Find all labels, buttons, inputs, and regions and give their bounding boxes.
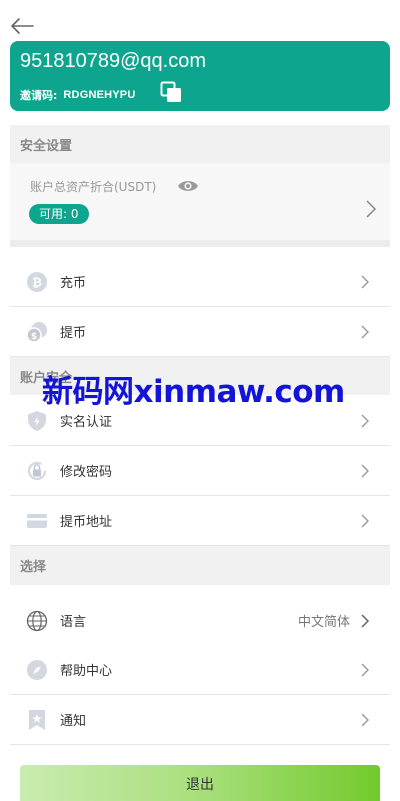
list-item-label: 通知 — [60, 714, 87, 729]
language-value: 中文简体 — [297, 615, 350, 630]
back-arrow-icon[interactable] — [9, 14, 35, 38]
watermark-text: 新码网xinmaw.com — [42, 374, 345, 410]
list-item-label: 语言 — [60, 615, 87, 630]
chevron-right-icon — [361, 514, 369, 528]
security-section-header: 安全设置 — [10, 125, 390, 163]
chevron-right-icon — [361, 713, 369, 727]
list-item-help-center[interactable]: 帮助中心 — [10, 645, 390, 695]
select-section-title: 选择 — [20, 560, 47, 575]
list-item-deposit[interactable]: ₿ 充币 — [10, 257, 390, 307]
chevron-right-icon — [361, 663, 369, 677]
globe-icon — [26, 610, 48, 632]
invite-code: RDGNEHYPU — [63, 89, 136, 101]
chevron-right-icon — [361, 464, 369, 478]
top-bar — [0, 0, 400, 40]
list-item-label: 充币 — [60, 276, 87, 291]
eye-icon[interactable] — [177, 179, 199, 193]
card-icon — [27, 514, 47, 528]
bitcoin-icon: ₿ — [27, 272, 47, 292]
bookmark-star-icon — [29, 710, 45, 730]
list-item-language[interactable]: 语言 中文简体 — [10, 596, 390, 646]
list-item-withdraw[interactable]: $ 提币 — [10, 307, 390, 357]
svg-text:$: $ — [31, 332, 37, 342]
logout-button[interactable]: 退出 — [20, 765, 380, 801]
list-item-label: 提币 — [60, 326, 87, 341]
chevron-right-icon — [366, 200, 377, 218]
chevron-right-icon — [361, 275, 369, 289]
list-item-label: 修改密码 — [60, 465, 113, 480]
asset-summary[interactable]: 账户总资产折合(USDT) 可用: 0 — [10, 163, 390, 240]
list-item-label: 实名认证 — [60, 415, 113, 430]
account-email: 951810789@qq.com — [20, 50, 206, 72]
available-badge: 可用: 0 — [29, 204, 89, 224]
asset-total-label: 账户总资产折合(USDT) — [30, 180, 157, 194]
invite-row: 邀请码: RDGNEHYPU — [20, 87, 136, 103]
copy-icon[interactable] — [160, 81, 184, 105]
coins-icon: $ — [26, 322, 47, 343]
security-section-title: 安全设置 — [20, 138, 73, 154]
lock-refresh-icon — [27, 461, 47, 480]
profile-page: 951810789@qq.com 邀请码: RDGNEHYPU 安全设置 账户总… — [0, 0, 400, 801]
select-section-header: 选择 — [10, 546, 390, 585]
invite-label: 邀请码: — [20, 89, 58, 102]
svg-text:₿: ₿ — [32, 276, 42, 290]
list-item-label: 提币地址 — [60, 515, 113, 530]
list-item-withdraw-address[interactable]: 提币地址 — [10, 496, 390, 546]
chevron-right-icon — [361, 614, 370, 628]
list-item-change-password[interactable]: 修改密码 — [10, 446, 390, 496]
chevron-right-icon — [361, 325, 369, 339]
list-item-label: 帮助中心 — [60, 664, 113, 679]
account-card: 951810789@qq.com 邀请码: RDGNEHYPU — [10, 41, 390, 111]
shield-icon — [28, 411, 46, 431]
section-divider — [10, 240, 390, 247]
list-item-notifications[interactable]: 通知 — [10, 695, 390, 745]
compass-icon — [27, 660, 47, 680]
chevron-right-icon — [361, 414, 369, 428]
